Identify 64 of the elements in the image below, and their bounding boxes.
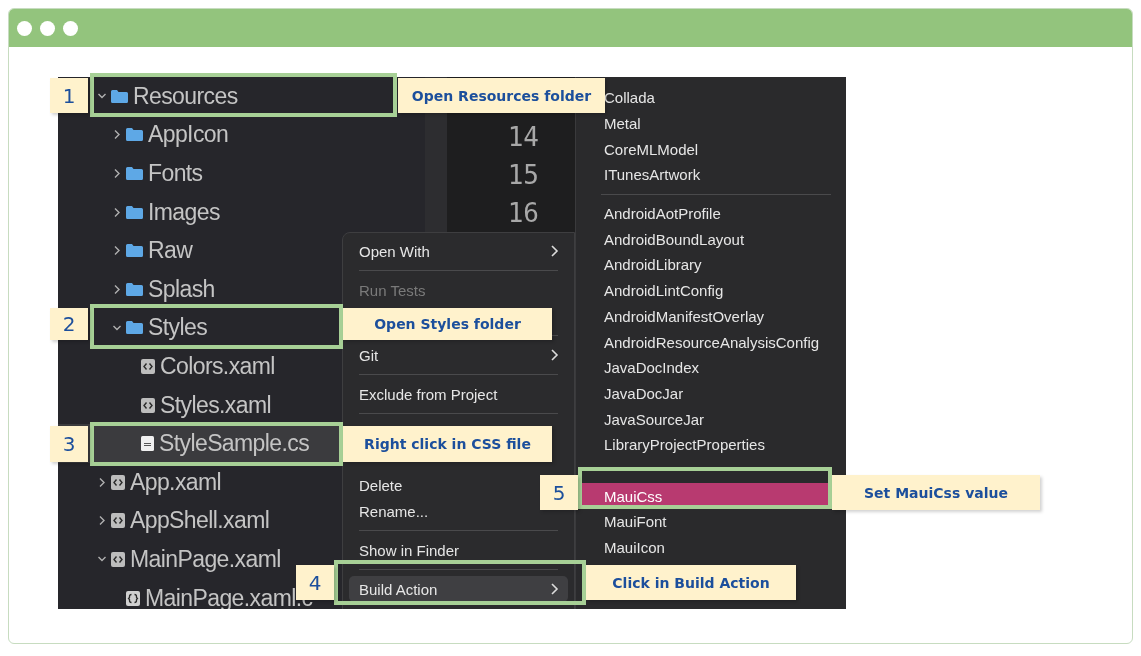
callout-tooltip: Open Styles folder [343, 308, 552, 340]
step-number-tooltip: 5 [540, 475, 578, 510]
menu-item[interactable]: CoreMLModel [579, 136, 846, 163]
chevron-icon[interactable] [113, 168, 121, 179]
tree-item[interactable]: Images [58, 192, 425, 232]
folder-icon [126, 205, 143, 219]
chevron-icon[interactable] [113, 129, 121, 141]
menu-item[interactable]: JavaDocIndex [579, 354, 846, 381]
chevron-icon[interactable] [97, 555, 107, 564]
menu-item[interactable]: Show in Finder [349, 537, 469, 563]
window-dot-icon [63, 20, 78, 36]
line-number: 15 [507, 159, 539, 190]
menu-item[interactable]: Rename... [349, 498, 438, 524]
menu-item[interactable]: JavaSourceJar [579, 406, 846, 432]
file-icon [111, 513, 125, 529]
menu-item[interactable]: ITunesArtwork [579, 162, 846, 188]
callout-tooltip: Right click in CSS file [343, 426, 552, 462]
folder-icon [126, 244, 143, 258]
chevron-icon[interactable] [98, 476, 106, 488]
line-number: 14 [507, 121, 539, 152]
step-number-tooltip: 3 [50, 426, 88, 462]
step-number-tooltip: 1 [50, 78, 88, 113]
menu-item[interactable]: MauiFont [579, 509, 846, 535]
folder-icon [126, 167, 143, 180]
menu-item[interactable]: AndroidAotProfile [579, 200, 846, 227]
callout-tooltip: Set MauiCss value [832, 475, 1040, 510]
menu-item[interactable]: AndroidManifestOverlay [579, 303, 846, 330]
folder-icon [126, 128, 143, 142]
css-file-icon [141, 436, 154, 452]
file-icon [141, 358, 155, 374]
callout-tooltip: Click in Build Action [586, 565, 796, 600]
step-number-tooltip: 2 [50, 308, 88, 340]
menu-item[interactable]: Build Action [349, 576, 568, 602]
file-icon [111, 551, 125, 567]
folder-icon [126, 282, 143, 296]
menu-item[interactable]: AndroidLintConfig [579, 277, 846, 304]
tree-item[interactable]: AppIcon [58, 115, 425, 155]
menu-item[interactable]: LibraryProjectProperties [579, 431, 846, 458]
menu-item[interactable]: JavaDocJar [579, 380, 846, 407]
menu-item[interactable]: AndroidLibrary [579, 252, 846, 278]
menu-item[interactable]: Open With [349, 238, 568, 264]
code-file-icon [126, 590, 140, 606]
tree-item[interactable]: Fonts [58, 154, 425, 193]
menu-item[interactable]: Exclude from Project [349, 381, 507, 407]
menu-item[interactable]: Metal [579, 110, 846, 137]
window-dot-icon [17, 20, 32, 36]
menu-item[interactable]: MauiIcon [579, 534, 846, 561]
chevron-icon[interactable] [97, 92, 107, 101]
menu-item[interactable]: Git [349, 342, 568, 368]
chevron-icon[interactable] [113, 206, 121, 218]
folder-icon [111, 89, 128, 103]
line-number: 16 [507, 198, 539, 229]
file-icon [141, 397, 155, 413]
menu-item[interactable]: AndroidResourceAnalysisConfig [579, 329, 846, 355]
callout-tooltip: Open Resources folder [398, 78, 605, 113]
folder-icon [126, 321, 143, 335]
chevron-icon[interactable] [113, 245, 121, 257]
file-icon [111, 474, 125, 490]
menu-item[interactable]: AndroidBoundLayout [579, 226, 846, 253]
chevron-icon[interactable] [112, 323, 122, 332]
window-dot-icon [40, 20, 55, 36]
menu-item[interactable]: Delete [349, 472, 412, 498]
chevron-icon[interactable] [113, 283, 121, 295]
chevron-icon[interactable] [98, 515, 106, 527]
